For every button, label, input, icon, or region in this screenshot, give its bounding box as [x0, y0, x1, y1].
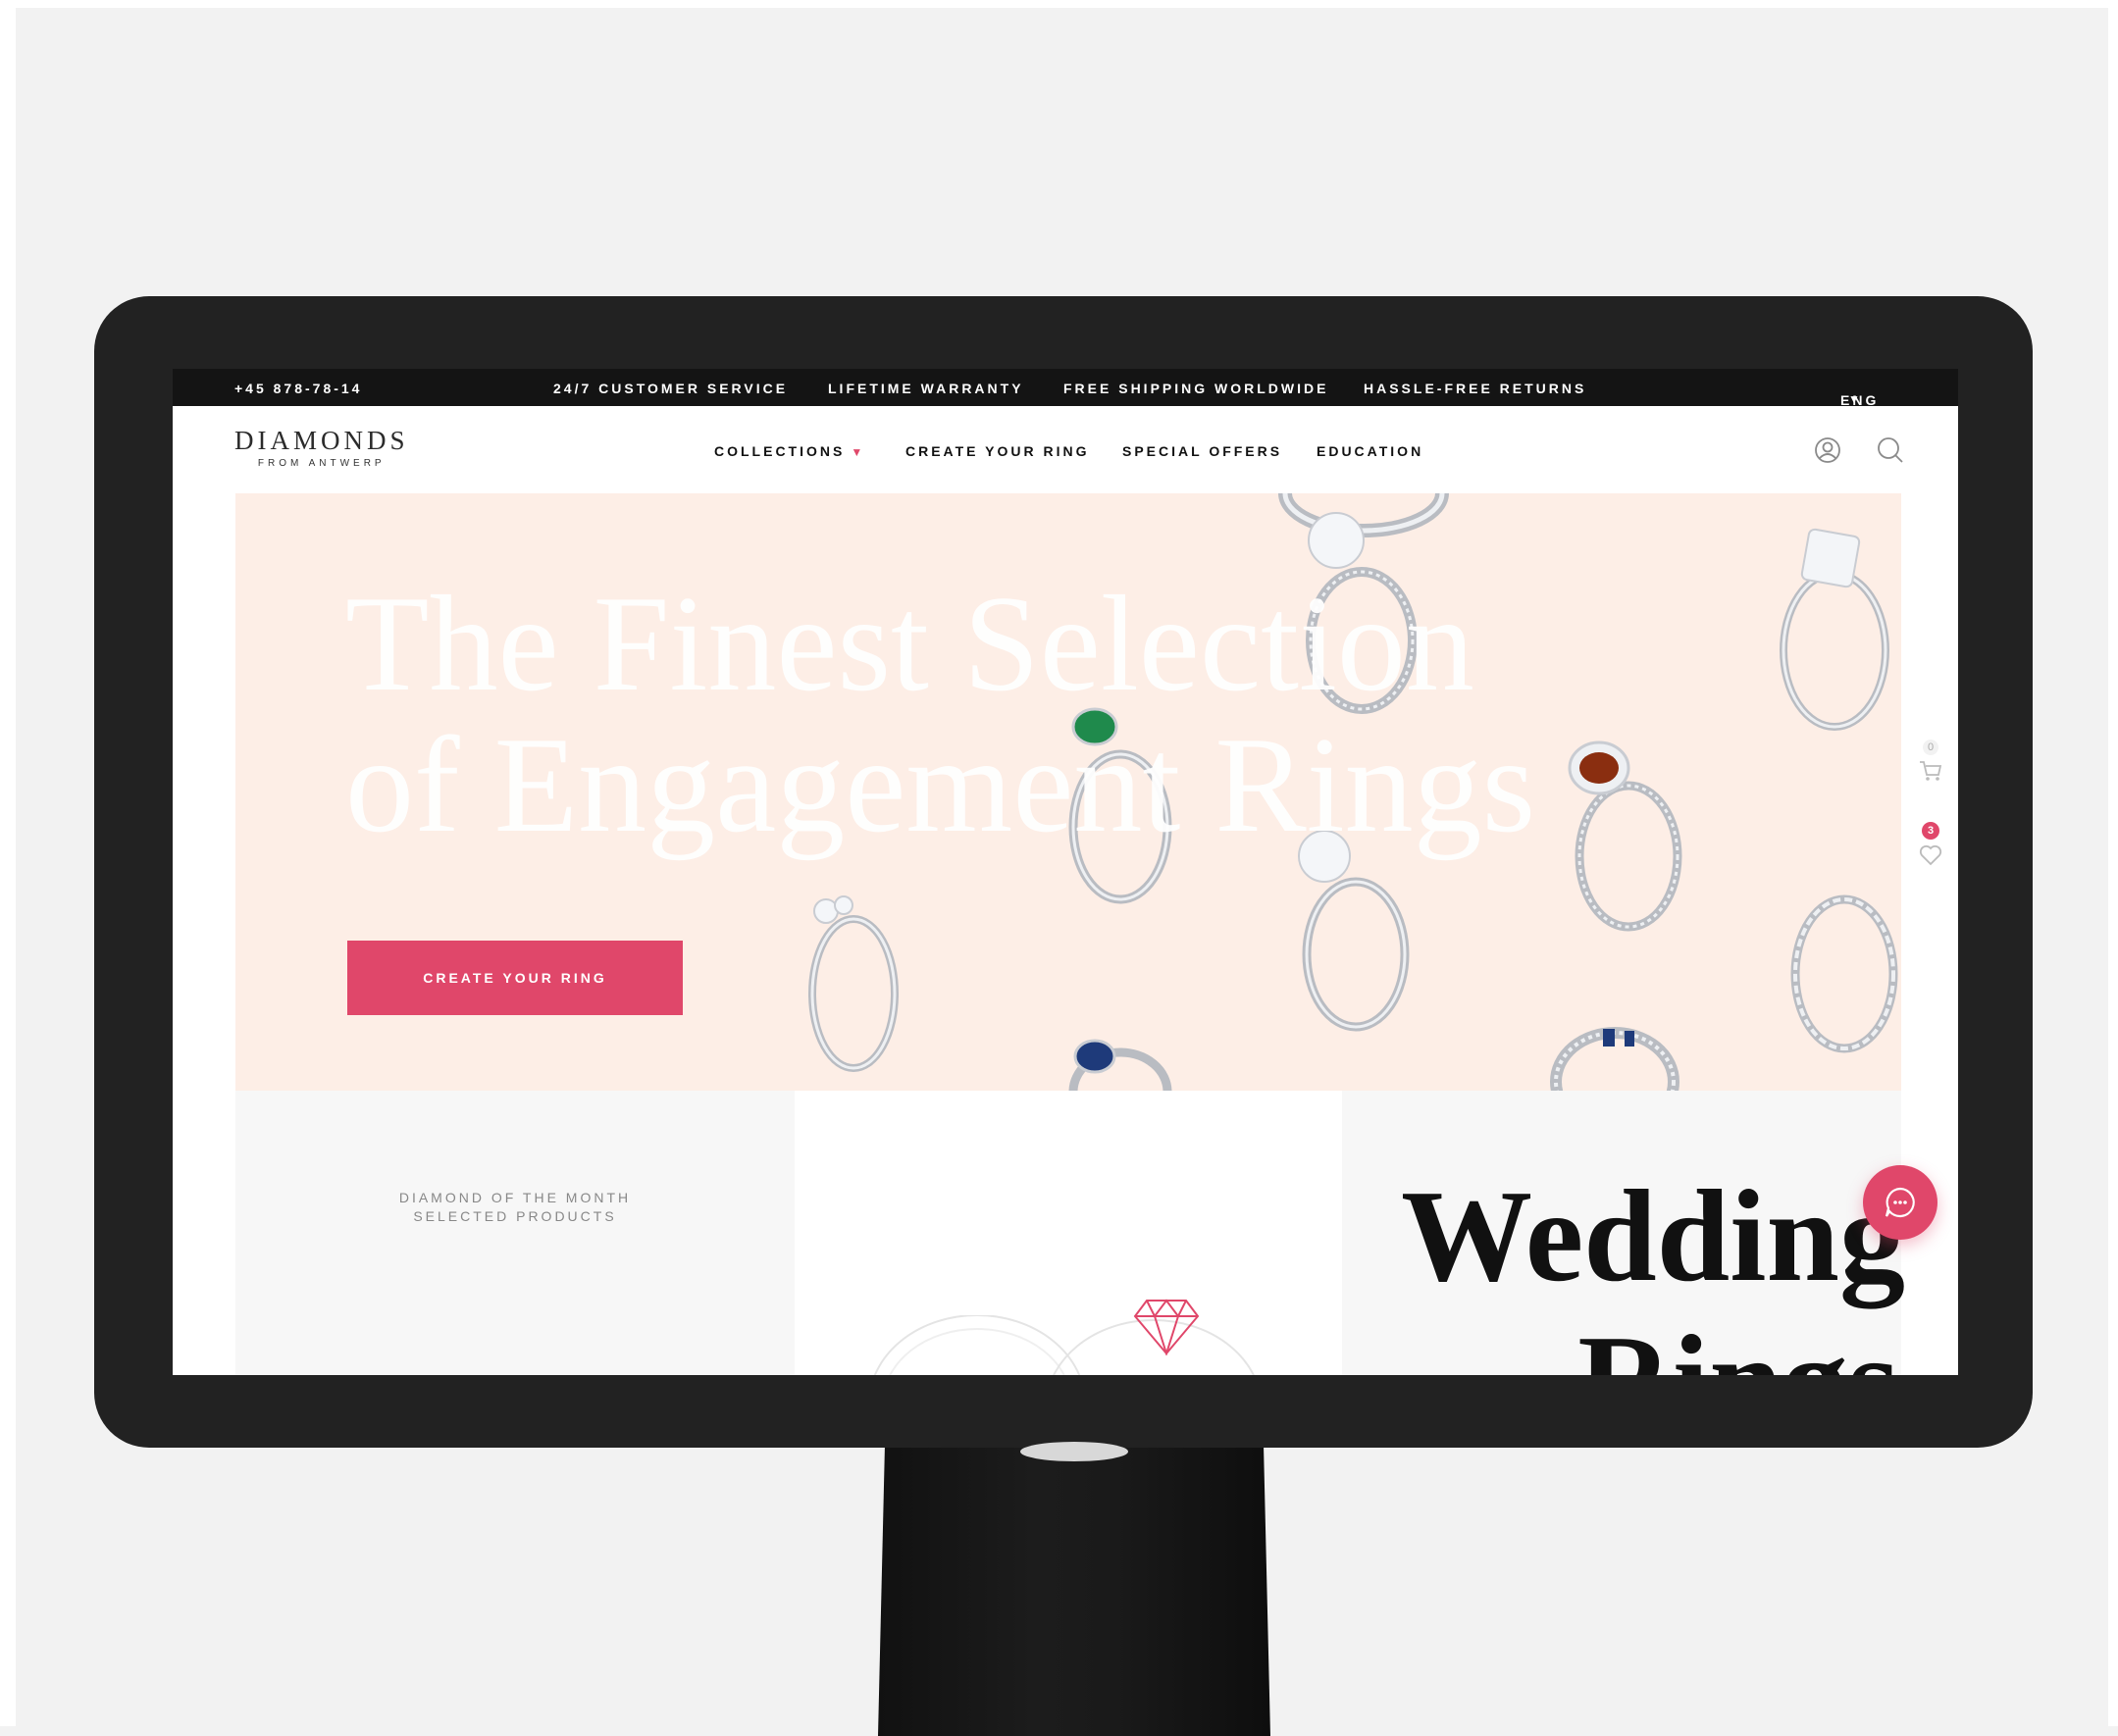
nav-create-your-ring[interactable]: CREATE YOUR RING	[905, 443, 1090, 459]
cart-count-badge: 0	[1923, 740, 1938, 755]
ring-image	[808, 895, 899, 1072]
top-info-bar: +45 878-78-14 24/7 CUSTOMER SERVICE LIFE…	[173, 369, 1958, 408]
backdrop-top	[0, 0, 2118, 8]
logo-tagline: FROM ANTWERP	[257, 458, 386, 469]
site-logo[interactable]: DIAMONDS FROM ANTWERP	[234, 426, 409, 469]
backdrop-left	[0, 0, 16, 1726]
rings-word: Rings	[1297, 1308, 1905, 1375]
nav-special-offers[interactable]: SPECIAL OFFERS	[1122, 443, 1282, 459]
topbar-item-warranty[interactable]: LIFETIME WARRANTY	[828, 381, 1024, 396]
logo-wordmark: DIAMONDS	[234, 426, 409, 455]
chat-button[interactable]	[1863, 1165, 1937, 1240]
search-icon[interactable]	[1876, 435, 1905, 465]
diamond-icon	[1133, 1299, 1200, 1355]
wedding-rings-heading[interactable]: WeddingRings	[1297, 1163, 1905, 1375]
create-your-ring-button[interactable]: CREATE YOUR RING	[347, 941, 683, 1015]
diamond-of-month-label: DIAMOND OF THE MONTH	[398, 1190, 632, 1205]
nav-collections-label: COLLECTIONS	[714, 443, 846, 459]
hero-title: The Finest Selection of Engagement Rings	[345, 568, 1536, 861]
chevron-down-icon: ▼	[1848, 392, 1860, 406]
diamond-of-month-text[interactable]: DIAMOND OF THE MONTH SELECTED PRODUCTS	[235, 1189, 795, 1226]
ring-image	[1790, 894, 1898, 1053]
topbar-item-returns[interactable]: HASSLE-FREE RETURNS	[1364, 381, 1586, 396]
nav-collections[interactable]: COLLECTIONS ▼	[714, 443, 862, 459]
selected-products-label: SELECTED PRODUCTS	[413, 1208, 617, 1224]
phone-number[interactable]: +45 878-78-14	[234, 381, 362, 396]
backdrop-right	[2108, 0, 2118, 1726]
ring-image	[1780, 528, 1889, 731]
hero-banner: The Finest Selection of Engagement Rings…	[235, 493, 1901, 1091]
website-screen: +45 878-78-14 24/7 CUSTOMER SERVICE LIFE…	[173, 369, 1958, 1375]
chat-icon	[1885, 1187, 1915, 1218]
wedding-word: Wedding	[1401, 1163, 1905, 1308]
user-icon[interactable]	[1813, 435, 1842, 465]
ring-image	[1068, 1039, 1172, 1091]
diamond-of-month-panel	[235, 1091, 795, 1375]
topbar-item-customer-service[interactable]: 24/7 CUSTOMER SERVICE	[553, 381, 788, 396]
monitor-stand-highlight	[1020, 1442, 1128, 1461]
chevron-down-icon: ▼	[851, 445, 863, 459]
floating-cart[interactable]: 0	[1917, 740, 1944, 788]
main-header: DIAMONDS FROM ANTWERP COLLECTIONS ▼ CREAT…	[173, 406, 1958, 492]
heart-icon	[1919, 844, 1942, 866]
nav-education[interactable]: EDUCATION	[1317, 443, 1423, 459]
favorites-count-badge: 3	[1922, 822, 1939, 840]
ring-outline-graphic	[873, 1315, 1255, 1375]
topbar-item-shipping[interactable]: FREE SHIPPING WORLDWIDE	[1063, 381, 1328, 396]
floating-favorites[interactable]: 3	[1917, 822, 1944, 872]
ring-image	[1550, 1027, 1679, 1091]
cart-icon	[1920, 761, 1942, 781]
